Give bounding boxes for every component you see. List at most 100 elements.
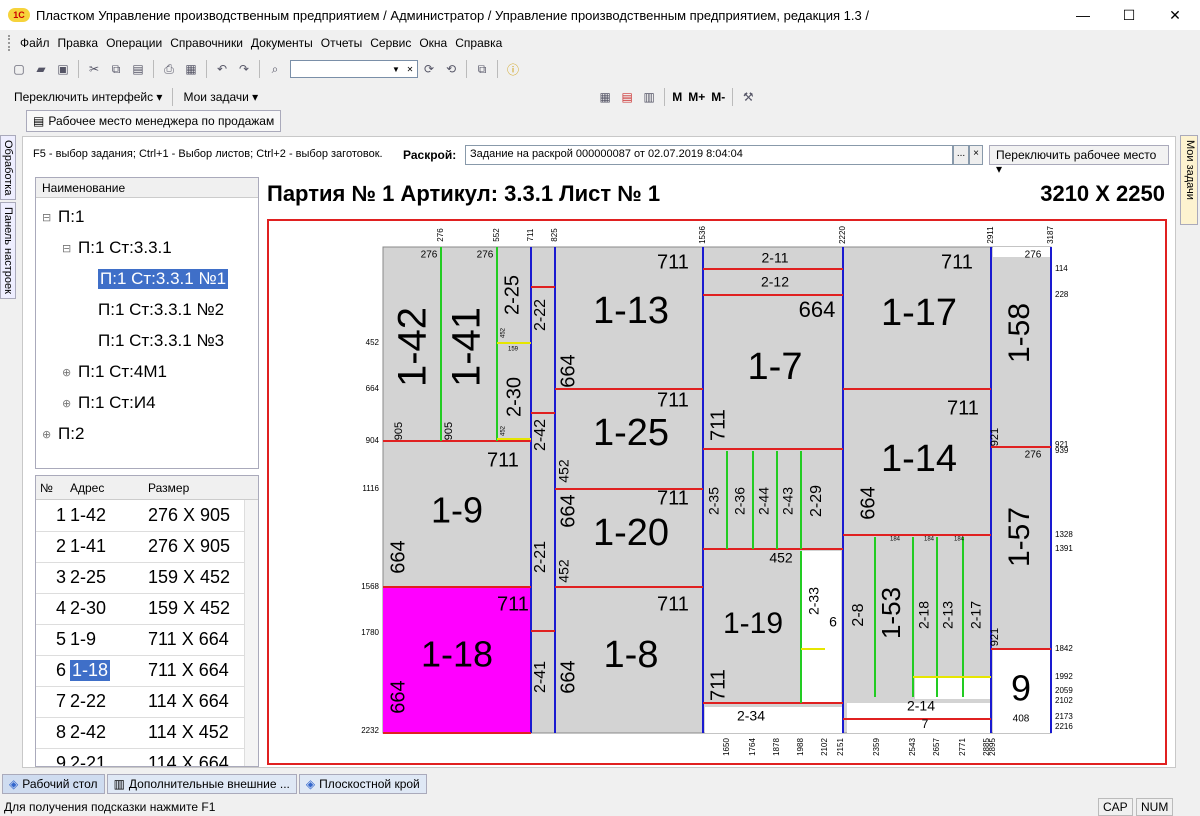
top-tick-label: 276 [436,228,445,242]
find-next-icon[interactable]: ⟳ [419,59,439,79]
expand-icon[interactable]: ⊕ [42,428,52,441]
menu-windows[interactable]: Окна [415,36,451,50]
dimension-label: 664 [557,660,579,693]
copy-icon[interactable]: ⧉ [106,59,126,79]
row-number: 2 [55,536,66,556]
switch-workplace-button[interactable]: Переключить рабочее место ▾ [989,145,1169,176]
taskbar-external[interactable]: ▥ Дополнительные внешние ... [106,774,297,794]
piece-label-2-43: 2-43 [780,487,796,515]
my-tasks-button[interactable]: Мои задачи ▾ [177,90,264,104]
calendar-grid-icon[interactable]: ▥ [639,87,659,107]
small-dimension-label: 184 [890,537,901,543]
memory-plus-button[interactable]: M+ [685,90,708,104]
cutting-task-field[interactable]: Задание на раскрой 000000087 от 02.07.20… [465,145,953,165]
table-row[interactable]: 3 2-25 159 X 452 [36,563,246,594]
menu-service[interactable]: Сервис [366,36,415,50]
cut-icon[interactable]: ✂ [84,59,104,79]
col-size-header[interactable]: Размер [148,481,189,495]
paste-icon[interactable]: ▤ [128,59,148,79]
open-folder-icon[interactable]: ▰ [31,59,51,79]
tools-icon[interactable]: ⚒ [738,87,758,107]
piece-label-2-30: 2-30 [503,377,525,417]
select-button[interactable]: ... [953,145,969,165]
left-tick-label: 664 [366,384,380,393]
my-tasks-tab[interactable]: Мои задачи [1180,135,1198,225]
tree-node[interactable]: ⊟ П:1 [42,204,84,230]
tree-node[interactable]: ⊕ П:1 Ст:И4 [62,390,156,416]
row-address: 2-21 [70,753,107,767]
minimize-button[interactable]: — [1060,0,1106,30]
memory-minus-button[interactable]: M- [708,90,728,104]
menu-operations[interactable]: Операции [102,36,166,50]
expand-icon[interactable]: ⊕ [62,366,72,379]
col-address-header[interactable]: Адрес [70,481,104,495]
maximize-button[interactable]: ☐ [1106,0,1152,30]
taskbar-desktop[interactable]: ◈ Рабочий стол [2,774,105,794]
bottom-tick-label: 1764 [748,738,757,756]
piece-label-1-25: 1-25 [593,412,669,454]
switch-interface-button[interactable]: Переключить интерфейс ▾ [8,90,168,104]
toolbar-separator [153,60,154,78]
clear-icon[interactable]: ✕ [403,65,417,74]
undo-icon[interactable]: ↶ [212,59,232,79]
close-button[interactable]: ✕ [1152,0,1198,30]
info-icon[interactable]: ⓘ [503,59,523,79]
tree-node[interactable]: ⊕ П:1 Ст:4М1 [62,359,167,385]
table-row[interactable]: 2 1-41 276 X 905 [36,532,246,563]
calculator-icon[interactable]: ▦ [595,87,615,107]
tree-node[interactable]: ⊟ П:1 Ст:3.3.1 [62,235,172,261]
row-number: 1 [55,505,66,525]
dimension-label: 905 [393,422,405,440]
row-size: 114 X 664 [148,753,229,767]
menu-help[interactable]: Справка [451,36,506,50]
expand-icon[interactable]: ⊕ [62,397,72,410]
small-dimension-label: 184 [924,537,935,543]
cutting-map[interactable]: 1-42 1-41 2-25 2-30 2-22 2-42 2-21 2-41 1-9 1-18 1… [267,219,1167,765]
calendar-icon[interactable]: ▤ [617,87,637,107]
table-row-selected[interactable]: 6 1-18 711 X 664 [36,656,246,687]
collapse-icon[interactable]: ⊟ [62,242,72,255]
dropdown-icon[interactable]: ▼ [389,65,403,74]
memory-button[interactable]: M [669,90,685,104]
save-icon[interactable]: ▣ [53,59,73,79]
print-preview-icon[interactable]: ▦ [181,59,201,79]
workplace-tab-button[interactable]: ▤ Рабочее место менеджера по продажам [26,110,282,132]
clear-button[interactable]: × [969,145,983,165]
workplace-tab-label: Рабочее место менеджера по продажам [48,114,275,128]
piece-label-1-9: 1-9 [431,490,483,531]
search-combo[interactable]: ▼ ✕ [290,60,418,78]
print-icon[interactable]: ⎙ [159,59,179,79]
menu-reports[interactable]: Отчеты [317,36,366,50]
col-number-header[interactable]: № [40,481,53,495]
find-prev-icon[interactable]: ⟲ [441,59,461,79]
settings-panel-tab[interactable]: Панель настроек [0,202,16,300]
table-row[interactable]: 5 1-9 711 X 664 [36,625,246,656]
table-row[interactable]: 9 2-21 114 X 664 [36,749,246,767]
menu-catalogs[interactable]: Справочники [166,36,247,50]
windows-icon[interactable]: ⧉ [472,59,492,79]
cutting-map-canvas[interactable]: 1-42 1-41 2-25 2-30 2-22 2-42 2-21 2-41 1-9 1-18 1… [269,221,1165,763]
menu-file[interactable]: Файл [16,36,54,50]
table-row[interactable]: 8 2-42 114 X 452 [36,718,246,749]
table-row[interactable]: 4 2-30 159 X 452 [36,594,246,625]
tree-node[interactable]: П:1 Ст:3.3.1 №3 [82,328,224,354]
piece-label-2-33: 2-33 [806,587,822,615]
search-icon[interactable]: ⌕ [265,59,285,79]
top-tick-label: 711 [526,228,535,241]
taskbar-flat-cut[interactable]: ◈ Плоскостной крой [298,774,427,794]
dimension-label: 9 [1011,668,1031,709]
table-row[interactable]: 7 2-22 114 X 664 [36,687,246,718]
table-scrollbar[interactable] [244,500,258,766]
collapse-icon[interactable]: ⊟ [42,211,52,224]
new-document-icon[interactable]: ▢ [9,59,29,79]
redo-icon[interactable]: ↷ [234,59,254,79]
table-row[interactable]: 1 1-42 276 X 905 [36,501,246,532]
tree-node[interactable]: П:1 Ст:3.3.1 №2 [82,297,224,323]
tree-node[interactable]: ⊕ П:2 [42,421,84,447]
tree-node-selected[interactable]: П:1 Ст:3.3.1 №1 [82,266,229,292]
menu-documents[interactable]: Документы [247,36,317,50]
processing-tab[interactable]: Обработка [0,135,16,201]
menu-edit[interactable]: Правка [54,36,103,50]
toolbar-grip[interactable] [8,35,12,51]
row-size: 711 X 664 [148,660,229,680]
